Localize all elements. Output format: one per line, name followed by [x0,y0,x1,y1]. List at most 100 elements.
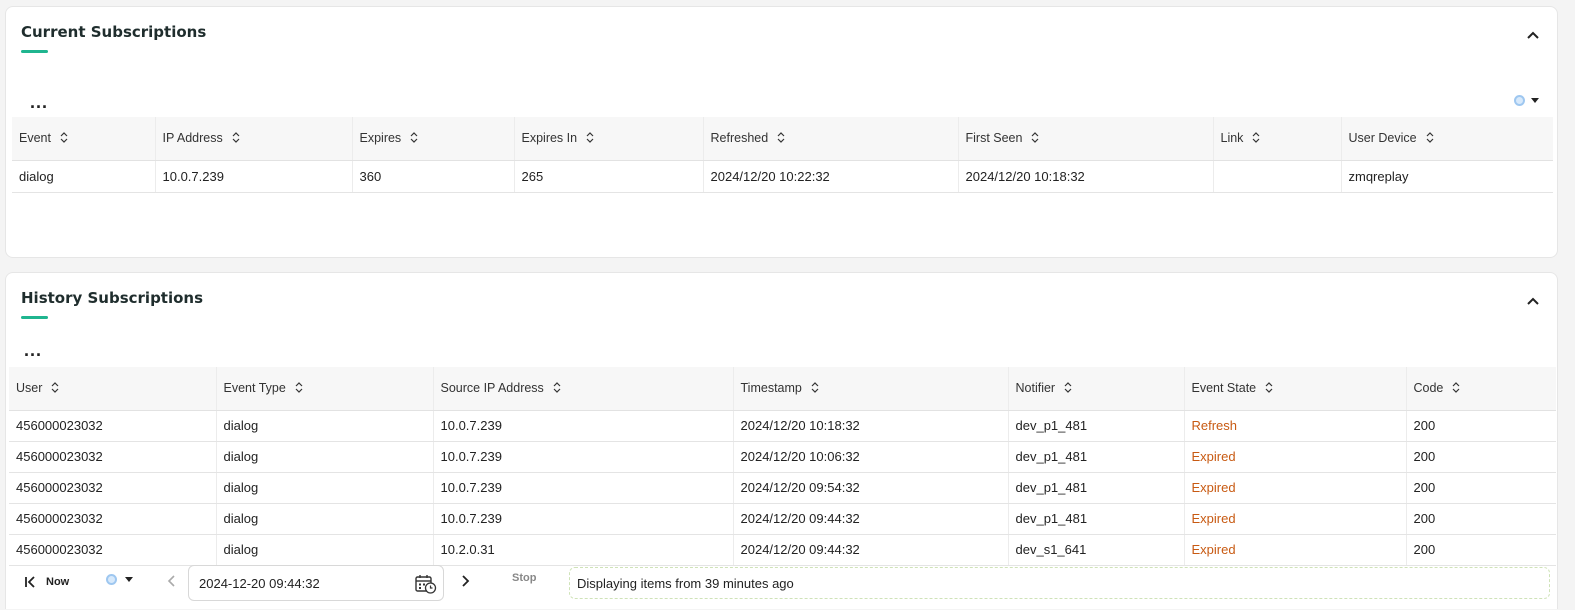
cell-source-ip-address: 10.0.7.239 [433,441,734,473]
cell-timestamp: 2024/12/20 09:44:32 [733,534,1009,566]
table-row[interactable]: 456000023032 dialog 10.0.7.239 2024/12/20 1… [9,410,1556,442]
column-header-label: Refreshed [710,131,769,146]
title-underline [21,50,48,53]
caret-down-icon [125,577,133,582]
sort-icon [1064,382,1072,394]
table-row[interactable]: 456000023032 dialog 10.0.7.239 2024/12/20 0… [9,503,1556,535]
sort-icon [586,132,594,144]
cell-link [1213,160,1342,193]
sort-icon [410,132,418,144]
cell-timestamp: 2024/12/20 09:44:32 [733,503,1009,535]
refresh-interval-menu[interactable] [106,574,133,585]
cell-timestamp: 2024/12/20 10:18:32 [733,410,1009,442]
cell-source-ip-address: 10.0.7.239 [433,503,734,535]
calendar-clock-icon [415,575,437,594]
column-header-code[interactable]: Code [1406,367,1556,411]
column-header-label: First Seen [965,131,1023,146]
collapse-current-button[interactable] [1523,25,1543,45]
chevron-left-icon [167,575,175,587]
column-header-user[interactable]: User [9,367,217,411]
column-header-label: Expires In [521,131,578,146]
gear-icon [106,574,117,585]
cell-event-type: dialog [216,441,434,473]
column-header-label: Source IP Address [440,381,544,396]
cell-event-state: Refresh [1184,410,1407,442]
sort-icon [1253,132,1260,144]
cell-expires: 360 [352,160,515,193]
collapse-history-button[interactable] [1523,291,1543,311]
cell-code: 200 [1406,472,1556,504]
cell-notifier: dev_p1_481 [1008,441,1185,473]
previous-button[interactable] [161,571,181,591]
cell-user: 456000023032 [9,534,217,566]
cell-refreshed: 2024/12/20 10:22:32 [703,160,959,193]
history-more-options[interactable]: ... [24,341,42,359]
cell-user: 456000023032 [9,410,217,442]
sort-icon [232,132,240,144]
stop-button[interactable]: Stop [512,572,536,584]
column-header-label: Event Type [223,381,286,396]
sort-icon [60,132,68,144]
chevron-up-icon [1527,31,1539,39]
table-row[interactable]: dialog 10.0.7.239 360 265 2024/12/20 10:22:3… [12,160,1553,193]
column-header-link[interactable]: Link [1213,117,1342,161]
table-row[interactable]: 456000023032 dialog 10.0.7.239 2024/12/20 0… [9,472,1556,504]
sort-icon [295,382,303,394]
now-label: Now [46,576,70,588]
column-header-expires-in[interactable]: Expires In [514,117,704,161]
history-subscriptions-table: User Event Type Source IP Address Timestamp… [9,367,1556,566]
history-subscriptions-panel: History Subscriptions ... User Event Type… [5,272,1558,609]
history-subscriptions-title: History Subscriptions [21,289,204,307]
chevron-right-icon [462,575,470,587]
column-header-event-type[interactable]: Event Type [216,367,434,411]
cell-user-device: zmqreplay [1341,160,1553,193]
caret-down-icon [1531,98,1539,103]
column-header-label: User Device [1348,131,1417,146]
column-header-source-ip-address[interactable]: Source IP Address [433,367,734,411]
column-header-expires[interactable]: Expires [352,117,515,161]
chevron-up-icon [1527,297,1539,305]
column-header-user-device[interactable]: User Device [1341,117,1553,161]
column-header-label: User [16,381,43,396]
column-header-label: IP Address [162,131,223,146]
cell-notifier: dev_p1_481 [1008,410,1185,442]
cell-event-state: Expired [1184,503,1407,535]
date-time-field[interactable] [188,565,444,601]
cell-event-type: dialog [216,534,434,566]
column-header-event-state[interactable]: Event State [1184,367,1407,411]
now-button[interactable]: Now [24,570,69,594]
current-more-options[interactable]: ... [30,93,48,111]
skip-to-start-icon [25,576,35,588]
column-header-notifier[interactable]: Notifier [1008,367,1185,411]
current-subscriptions-table: Event IP Address Expires Expires In Refreshe… [12,117,1553,193]
cell-event-state: Expired [1184,534,1407,566]
cell-event-type: dialog [216,472,434,504]
column-settings-menu[interactable] [1514,95,1539,106]
current-subscriptions-title: Current Subscriptions [21,23,207,41]
column-header-event[interactable]: Event [12,117,156,161]
date-time-input[interactable] [199,575,409,591]
table-row[interactable]: 456000023032 dialog 10.2.0.31 2024/12/20 09… [9,534,1556,566]
cell-timestamp: 2024/12/20 09:54:32 [733,472,1009,504]
sort-icon [777,132,785,144]
cell-notifier: dev_s1_641 [1008,534,1185,566]
table-row[interactable]: 456000023032 dialog 10.0.7.239 2024/12/20 1… [9,441,1556,473]
cell-timestamp: 2024/12/20 10:06:32 [733,441,1009,473]
column-header-label: Notifier [1015,381,1056,396]
cell-user: 456000023032 [9,472,217,504]
gear-icon [1514,95,1525,106]
cell-code: 200 [1406,441,1556,473]
sort-icon [811,382,819,394]
column-header-ip-address[interactable]: IP Address [155,117,353,161]
cell-first-seen: 2024/12/20 10:18:32 [958,160,1214,193]
cell-user: 456000023032 [9,441,217,473]
column-header-label: Expires [359,131,402,146]
column-header-timestamp[interactable]: Timestamp [733,367,1009,411]
next-button[interactable] [456,571,476,591]
current-subscriptions-panel: Current Subscriptions ... Event IP Addres… [5,6,1558,258]
column-header-first-seen[interactable]: First Seen [958,117,1214,161]
cell-code: 200 [1406,410,1556,442]
column-header-refreshed[interactable]: Refreshed [703,117,959,161]
timeline-footer: Now Stop Displaying items from 39 m [6,565,1559,610]
cell-source-ip-address: 10.2.0.31 [433,534,734,566]
